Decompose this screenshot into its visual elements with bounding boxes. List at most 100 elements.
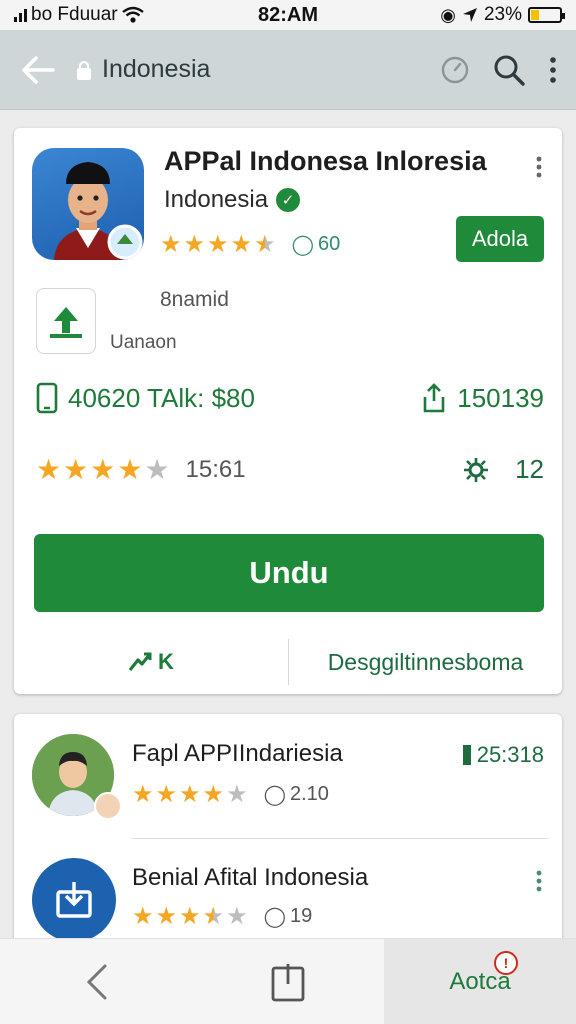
user-icon: ◯ (291, 234, 314, 256)
person-illustration-icon (54, 162, 143, 260)
rating-count-value: 60 (317, 233, 341, 255)
star-icon: ★ (63, 453, 89, 485)
related-apps-card: Fapl APPIIndariesia ★ ★ ★ ★ ★ ◯ 2.10 25:… (14, 714, 562, 954)
star-icon: ★ (230, 230, 253, 258)
card-more-icon[interactable] (534, 156, 544, 178)
list-item-time: 25:318 (462, 742, 544, 768)
list-item[interactable]: Fapl APPIIndariesia ★ ★ ★ ★ ★ ◯ 2.10 25:… (14, 714, 562, 834)
meta-line-2: Uanaon (110, 332, 177, 353)
more-vert-icon[interactable] (548, 55, 558, 85)
status-time: 82:AM (257, 3, 318, 26)
wifi-icon (121, 6, 144, 23)
developer-row: Indonesia ✓ (164, 186, 301, 214)
stat-row: ★ ★ ★ ★ ★ 15:61 12 (36, 454, 544, 485)
avatar (32, 734, 122, 820)
list-item-rating: ★ ★ ★ ★ ★ ◯ 2.10 (132, 782, 329, 807)
app-detail-card: APPal Indonesa Inloresia Indonesia ✓ ★ ★… (14, 128, 562, 694)
trend-icon (128, 652, 152, 671)
nav-back[interactable] (0, 939, 192, 1024)
list-item-meta-value: 19 (289, 905, 313, 927)
size-info-text: 40620 TAlk: $80 (68, 382, 255, 413)
footer-right[interactable]: Desggiltinnesboma (289, 649, 562, 676)
search-icon[interactable] (492, 53, 526, 87)
stat-rating: ★ ★ ★ ★ ★ 15:61 (36, 453, 246, 485)
star-half-icon: ★ (254, 230, 276, 258)
star-icon: ★ (160, 230, 182, 258)
star-icon: ★ (90, 453, 116, 485)
star-icon: ★ (207, 230, 229, 258)
bottom-nav: Aotca ! (0, 938, 576, 1024)
list-item-meta-value: 2.10 (289, 783, 329, 805)
list-item-rating: ★ ★ ★ ★ ★ ◯ 19 (132, 904, 312, 929)
footer-left-label: K (158, 649, 174, 674)
status-bar: bo Fduuar 82:AM ◉ 23% (0, 0, 576, 30)
downloads-info: 150139 (421, 383, 544, 414)
star-icon: ★ (155, 780, 178, 808)
back-button[interactable] (0, 30, 76, 110)
list-divider (132, 838, 548, 839)
reviews-count: 12 (463, 454, 544, 485)
star-icon: ★ (155, 902, 178, 930)
size-info: 40620 TAlk: $80 (36, 382, 255, 414)
card-footer: K Desggiltinnesboma (14, 634, 562, 690)
battery-icon (528, 7, 565, 23)
app-rating-row: ★ ★ ★ ★ ★ ◯ 60 (160, 232, 340, 257)
battery-small-icon (462, 745, 471, 765)
app-bar-title-wrap: Indonesia (76, 55, 440, 84)
list-item-time-value: 25:318 (476, 742, 544, 767)
star-icon: ★ (132, 902, 154, 930)
star-icon: ★ (36, 453, 62, 485)
list-item-title: Benial Afital Indonesia (132, 864, 369, 891)
signal-icon (14, 8, 27, 22)
star-icon: ★ (179, 780, 201, 808)
star-icon: ★ (202, 780, 225, 808)
carrier-label: bo Fduuar (31, 4, 118, 25)
stat-value: 15:61 (185, 455, 246, 483)
status-right: ◉ 23% (362, 4, 565, 26)
download-box-icon (56, 882, 92, 918)
location-icon (462, 8, 477, 22)
app-bar: Indonesia (0, 30, 576, 110)
open-button[interactable]: Adola (456, 216, 544, 262)
app-bar-actions (440, 53, 576, 87)
star-empty-icon: ★ (226, 780, 248, 808)
upload-icon-box (36, 288, 96, 354)
clock-icon: ◯ (263, 784, 286, 806)
phone-icon (36, 382, 58, 414)
nav-apps[interactable]: Aotca ! (384, 939, 576, 1024)
developer-name[interactable]: Indonesia (164, 186, 268, 214)
settings-icon (464, 457, 489, 482)
info-row: 40620 TAlk: $80 150139 (36, 382, 544, 414)
star-empty-icon: ★ (144, 453, 170, 485)
meta-line-1: 8namid (160, 288, 229, 311)
arrow-left-icon (22, 55, 55, 84)
star-icon: ★ (132, 780, 154, 808)
star-half-icon: ★ (202, 902, 225, 930)
share-icon (423, 383, 445, 413)
star-icon: ★ (183, 230, 206, 258)
list-item-more-icon[interactable] (534, 870, 544, 892)
page-title: Indonesia (102, 55, 211, 83)
verified-icon: ✓ (276, 188, 301, 212)
clock-icon: ◯ (263, 906, 286, 928)
book-icon (271, 963, 305, 1001)
avatar-badge (94, 792, 122, 820)
star-empty-icon: ★ (226, 902, 248, 930)
timer-icon[interactable] (440, 55, 470, 85)
list-item-meta: ◯ 19 (264, 904, 313, 929)
downloads-info-text: 150139 (457, 382, 544, 413)
reviews-count-value: 12 (515, 454, 544, 484)
install-button[interactable]: Undu (34, 534, 544, 612)
lock-icon (77, 60, 91, 80)
status-left: bo Fduuar (14, 4, 214, 26)
chevron-left-icon (86, 964, 107, 999)
app-name: APPal Indonesa Inloresia (164, 146, 487, 176)
list-item-title: Fapl APPIIndariesia (132, 740, 343, 767)
footer-left[interactable]: K (14, 649, 288, 675)
alarm-icon: ◉ (440, 4, 456, 25)
star-icon: ★ (117, 453, 143, 485)
rating-count: ◯ 60 (292, 232, 341, 257)
nav-library[interactable] (192, 939, 384, 1024)
list-item-meta: ◯ 2.10 (264, 782, 329, 807)
app-icon (32, 858, 116, 942)
